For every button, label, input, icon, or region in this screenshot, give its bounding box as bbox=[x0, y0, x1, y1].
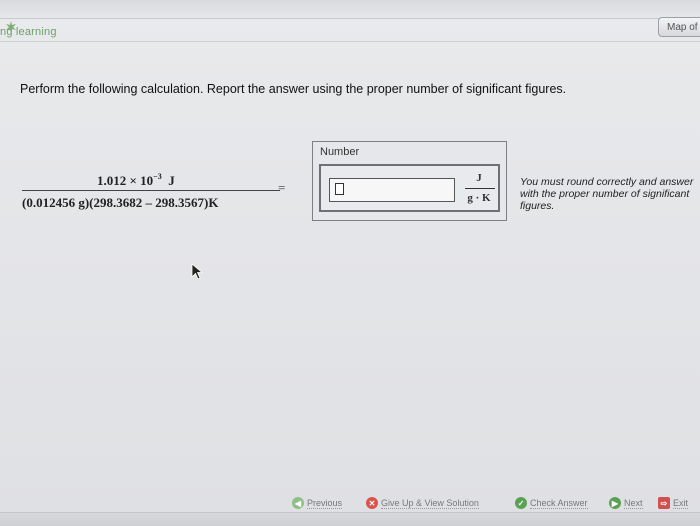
previous-arrow-icon: ◀ bbox=[292, 497, 304, 509]
unit-fraction-bar bbox=[465, 188, 495, 189]
brand-text: ng learning bbox=[0, 26, 57, 38]
answer-input-group: J g · K bbox=[319, 164, 500, 212]
previous-button[interactable]: ◀ Previous bbox=[292, 492, 343, 514]
check-answer-label: Check Answer bbox=[530, 497, 588, 509]
next-arrow-icon: ▶ bbox=[609, 497, 621, 509]
map-button[interactable]: Map of bbox=[658, 17, 700, 37]
numerator-unit: J bbox=[168, 173, 175, 188]
header-divider bbox=[0, 41, 700, 42]
fraction-numerator: 1.012 × 10−3 J bbox=[97, 172, 175, 189]
unit-denominator: g · K bbox=[467, 192, 491, 204]
bottom-toolbar bbox=[0, 512, 700, 526]
input-symbol-icon bbox=[335, 183, 344, 195]
exit-button[interactable]: ⇨ Exit bbox=[658, 492, 689, 514]
next-button[interactable]: ▶ Next bbox=[609, 492, 643, 514]
mouse-pointer-icon bbox=[191, 263, 204, 280]
give-up-label: Give Up & View Solution bbox=[381, 497, 479, 509]
brand-logo: ng learning bbox=[0, 20, 90, 40]
answer-panel: Number J g · K bbox=[312, 141, 507, 221]
equals-sign: = bbox=[278, 180, 286, 195]
answer-unit: J g · K bbox=[461, 172, 501, 210]
numerator-exponent: −3 bbox=[153, 172, 162, 181]
fraction-bar bbox=[22, 190, 280, 191]
rounding-hint: You must round correctly and answer with… bbox=[520, 176, 694, 212]
give-up-button[interactable]: ✕ Give Up & View Solution bbox=[366, 492, 479, 514]
give-up-x-icon: ✕ bbox=[366, 497, 378, 509]
check-answer-button[interactable]: ✓ Check Answer bbox=[515, 492, 588, 514]
exit-label: Exit bbox=[673, 497, 689, 509]
check-mark-icon: ✓ bbox=[515, 497, 527, 509]
unit-numerator: J bbox=[476, 172, 482, 184]
question-prompt: Perform the following calculation. Repor… bbox=[20, 82, 567, 96]
number-answer-input[interactable] bbox=[329, 178, 455, 202]
top-toolbar bbox=[0, 0, 700, 19]
calculation-fraction: 1.012 × 10−3 J (0.012456 g)(298.3682 – 2… bbox=[22, 168, 284, 218]
answer-panel-label: Number bbox=[320, 146, 360, 158]
next-label: Next bbox=[624, 497, 643, 509]
previous-label: Previous bbox=[307, 497, 343, 509]
exit-icon: ⇨ bbox=[658, 497, 670, 509]
fraction-denominator: (0.012456 g)(298.3682 – 298.3567)K bbox=[22, 195, 219, 210]
numerator-mantissa: 1.012 × 10 bbox=[97, 173, 154, 188]
